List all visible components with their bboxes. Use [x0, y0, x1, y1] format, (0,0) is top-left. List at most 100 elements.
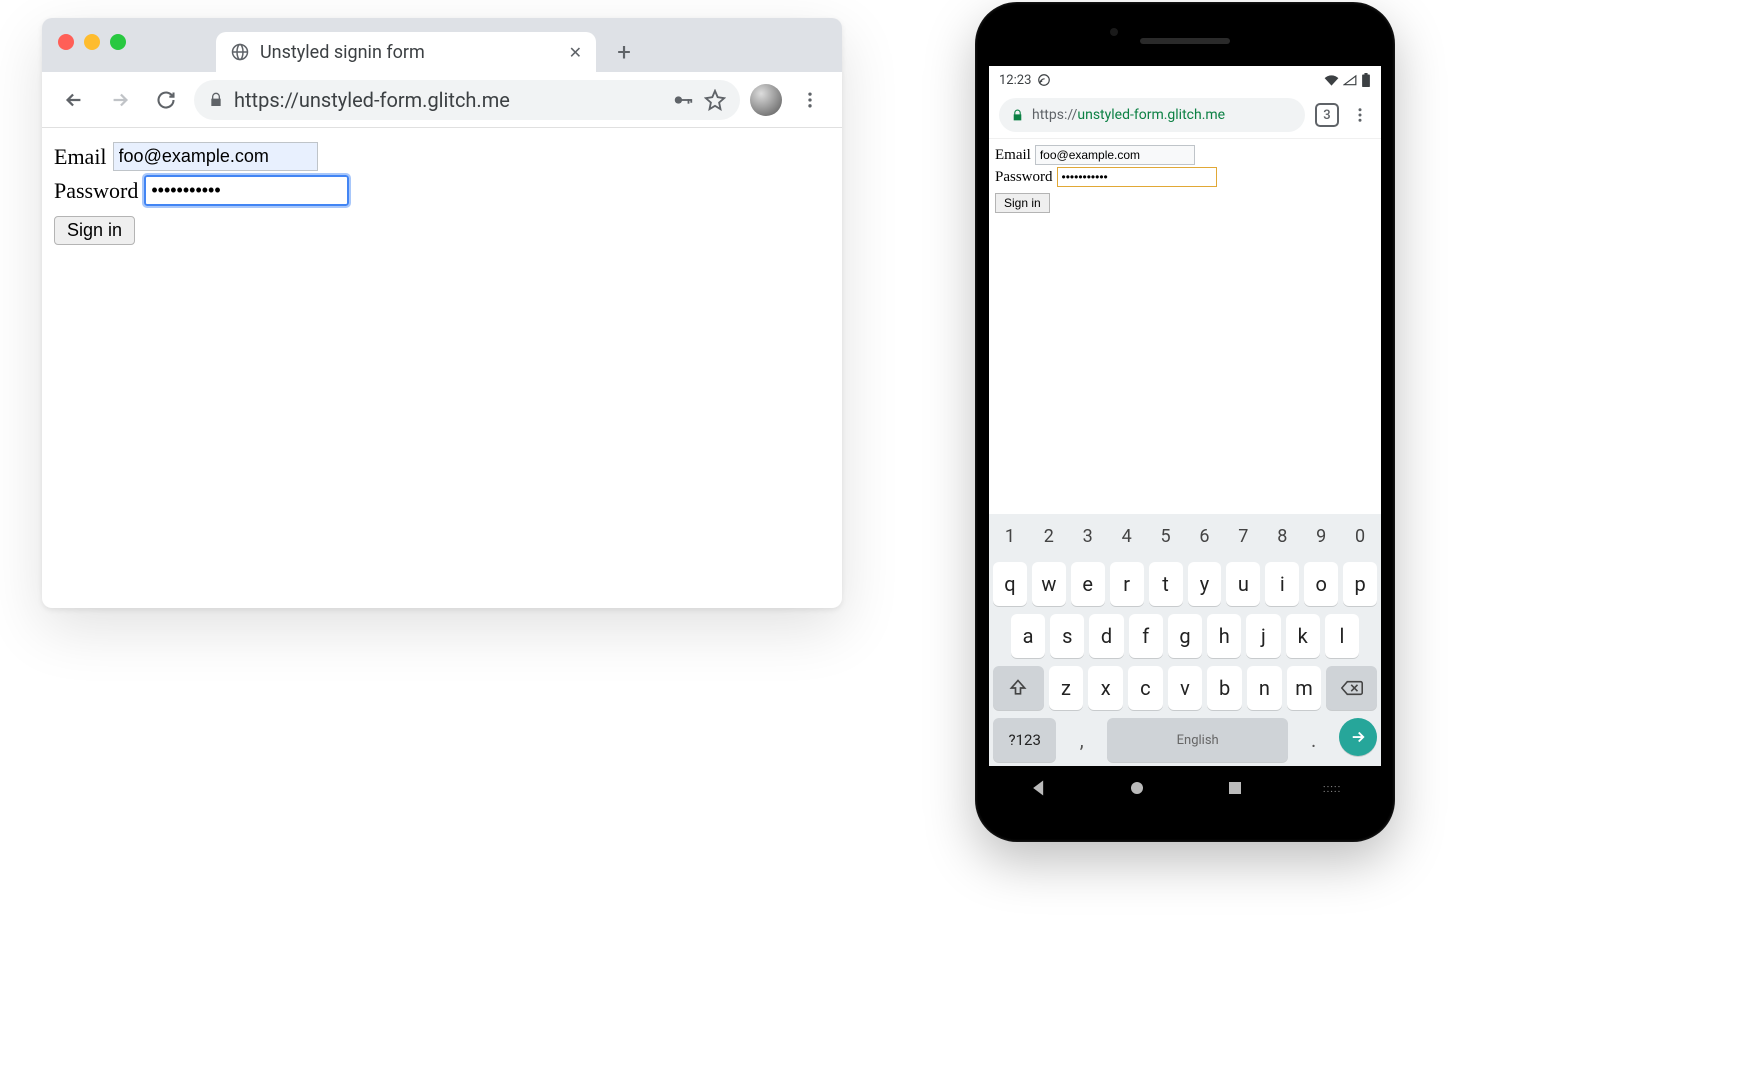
- key-0[interactable]: 0: [1343, 518, 1377, 554]
- email-field[interactable]: [113, 142, 318, 171]
- enter-key[interactable]: [1339, 718, 1377, 756]
- key-8[interactable]: 8: [1265, 518, 1299, 554]
- key-t[interactable]: t: [1149, 562, 1183, 606]
- back-button[interactable]: [56, 82, 92, 118]
- key-o[interactable]: o: [1304, 562, 1338, 606]
- tab-switcher-button[interactable]: 3: [1315, 103, 1339, 127]
- key-q[interactable]: q: [993, 562, 1027, 606]
- key-4[interactable]: 4: [1110, 518, 1144, 554]
- android-nav-bar: :::::: [989, 766, 1381, 810]
- tab-title: Unstyled signin form: [260, 42, 559, 63]
- battery-icon: [1361, 73, 1371, 87]
- minimize-window-button[interactable]: [84, 34, 100, 50]
- key-u[interactable]: u: [1226, 562, 1260, 606]
- key-i[interactable]: i: [1265, 562, 1299, 606]
- mobile-email-label: Email: [995, 147, 1031, 164]
- close-window-button[interactable]: [58, 34, 74, 50]
- key-n[interactable]: n: [1247, 666, 1282, 710]
- window-controls: [58, 34, 126, 50]
- nav-back-button[interactable]: [1029, 778, 1049, 798]
- mobile-address-bar[interactable]: https://unstyled-form.glitch.me: [999, 98, 1305, 132]
- mobile-menu-button[interactable]: [1349, 106, 1371, 124]
- backspace-key[interactable]: [1326, 666, 1377, 710]
- key-h[interactable]: h: [1207, 614, 1241, 658]
- nav-recents-button[interactable]: [1226, 779, 1244, 797]
- key-f[interactable]: f: [1129, 614, 1163, 658]
- key-b[interactable]: b: [1207, 666, 1242, 710]
- mobile-password-field[interactable]: [1057, 167, 1217, 187]
- mobile-page-content: Email Password Sign in: [989, 138, 1381, 514]
- password-label: Password: [54, 178, 138, 204]
- soft-keyboard: 1234567890 qwertyuiop asdfghjkl zxcvbnm …: [989, 514, 1381, 766]
- mobile-phone-frame: 12:23 ht: [975, 2, 1395, 842]
- url-text: https://unstyled-form.glitch.me: [234, 88, 662, 112]
- key-y[interactable]: y: [1188, 562, 1222, 606]
- symbols-key[interactable]: ?123: [993, 718, 1056, 762]
- keyboard-bottom-row: ?123 , English .: [989, 714, 1381, 766]
- key-j[interactable]: j: [1246, 614, 1280, 658]
- keyboard-row-2: asdfghjkl: [989, 610, 1381, 662]
- browser-tab[interactable]: Unstyled signin form ✕: [216, 32, 596, 72]
- key-x[interactable]: x: [1088, 666, 1123, 710]
- keyboard-number-row: 1234567890: [989, 514, 1381, 558]
- key-k[interactable]: k: [1286, 614, 1320, 658]
- key-3[interactable]: 3: [1071, 518, 1105, 554]
- email-label: Email: [54, 144, 107, 170]
- browser-toolbar: https://unstyled-form.glitch.me: [42, 72, 842, 128]
- phone-screen: 12:23 ht: [989, 66, 1381, 766]
- browser-menu-button[interactable]: [792, 82, 828, 118]
- nav-home-button[interactable]: [1128, 779, 1146, 797]
- reload-button[interactable]: [148, 82, 184, 118]
- tab-strip: Unstyled signin form ✕ +: [42, 18, 842, 72]
- key-c[interactable]: c: [1128, 666, 1163, 710]
- key-7[interactable]: 7: [1226, 518, 1260, 554]
- key-9[interactable]: 9: [1304, 518, 1338, 554]
- password-field[interactable]: [144, 175, 349, 206]
- spacebar-key[interactable]: English: [1107, 718, 1288, 762]
- key-d[interactable]: d: [1089, 614, 1123, 658]
- key-r[interactable]: r: [1110, 562, 1144, 606]
- key-2[interactable]: 2: [1032, 518, 1066, 554]
- keyboard-row-1: qwertyuiop: [989, 558, 1381, 610]
- address-bar[interactable]: https://unstyled-form.glitch.me: [194, 80, 740, 120]
- casting-icon: [1037, 73, 1051, 87]
- shift-key[interactable]: [993, 666, 1044, 710]
- key-e[interactable]: e: [1071, 562, 1105, 606]
- key-5[interactable]: 5: [1149, 518, 1183, 554]
- key-z[interactable]: z: [1049, 666, 1084, 710]
- mobile-sign-in-button[interactable]: Sign in: [995, 193, 1050, 213]
- key-l[interactable]: l: [1325, 614, 1359, 658]
- close-tab-button[interactable]: ✕: [569, 43, 582, 62]
- key-v[interactable]: v: [1168, 666, 1203, 710]
- mobile-email-field[interactable]: [1035, 145, 1195, 165]
- star-icon[interactable]: [704, 89, 726, 111]
- sign-in-button[interactable]: Sign in: [54, 216, 135, 245]
- key-w[interactable]: w: [1032, 562, 1066, 606]
- period-key[interactable]: .: [1293, 718, 1334, 762]
- front-camera-icon: [1110, 28, 1118, 36]
- signal-icon: [1343, 74, 1357, 86]
- key-s[interactable]: s: [1050, 614, 1084, 658]
- profile-avatar[interactable]: [750, 84, 782, 116]
- key-g[interactable]: g: [1168, 614, 1202, 658]
- fullscreen-window-button[interactable]: [110, 34, 126, 50]
- globe-icon: [230, 42, 250, 62]
- key-p[interactable]: p: [1343, 562, 1377, 606]
- key-a[interactable]: a: [1011, 614, 1045, 658]
- page-content: Email Password Sign in: [42, 128, 842, 259]
- status-time: 12:23: [999, 73, 1031, 88]
- lock-icon: [208, 92, 224, 108]
- mobile-password-label: Password: [995, 169, 1053, 186]
- key-m[interactable]: m: [1287, 666, 1322, 710]
- key-6[interactable]: 6: [1188, 518, 1222, 554]
- nav-keyboard-toggle[interactable]: :::::: [1323, 782, 1341, 795]
- comma-key[interactable]: ,: [1061, 718, 1102, 762]
- desktop-browser-window: Unstyled signin form ✕ + https://unstyle…: [42, 18, 842, 608]
- new-tab-button[interactable]: +: [606, 34, 642, 70]
- key-icon[interactable]: [672, 89, 694, 111]
- keyboard-row-3: zxcvbnm: [989, 662, 1381, 714]
- key-1[interactable]: 1: [993, 518, 1027, 554]
- lock-icon: [1011, 109, 1024, 122]
- forward-button[interactable]: [102, 82, 138, 118]
- status-bar: 12:23: [989, 66, 1381, 92]
